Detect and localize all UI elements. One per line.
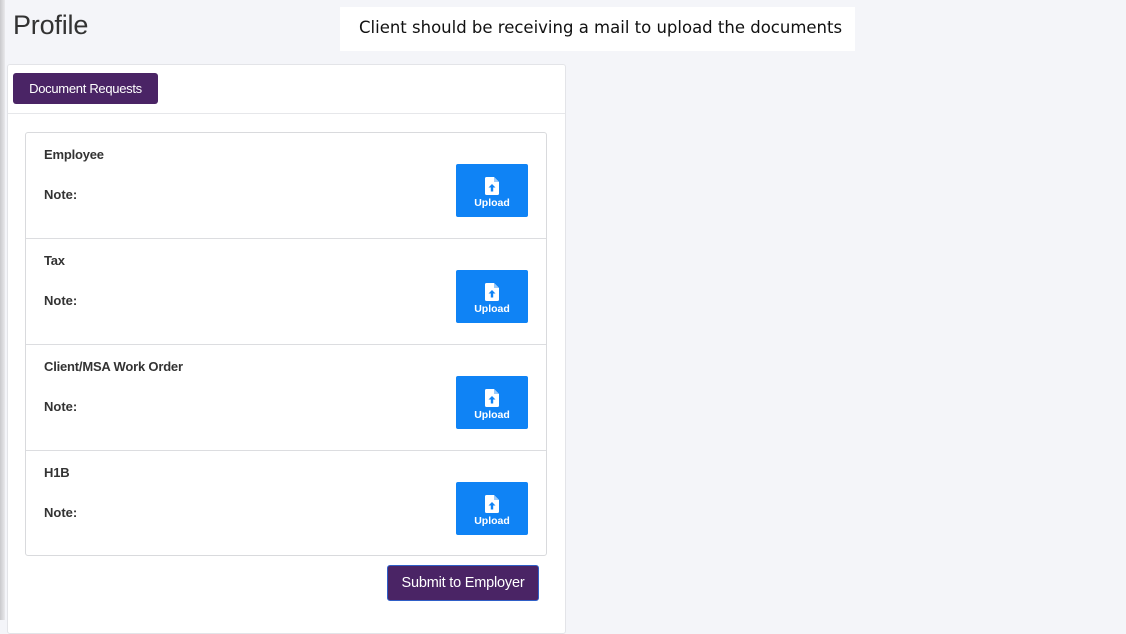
upload-button-label: Upload: [474, 303, 510, 315]
document-note-label: Note:: [44, 505, 78, 520]
submit-to-employer-button[interactable]: Submit to Employer: [387, 565, 539, 601]
tab-document-requests[interactable]: Document Requests: [13, 73, 158, 104]
document-requests-card: Document Requests Employee Note: Upload …: [7, 64, 566, 634]
document-list: Employee Note: Upload Tax Note: Upload C…: [25, 132, 547, 556]
annotation-callout: Client should be receiving a mail to upl…: [340, 7, 855, 51]
annotation-text: Client should be receiving a mail to upl…: [359, 18, 843, 37]
document-row-tax: Tax Note: Upload: [26, 239, 546, 345]
window-left-edge: [0, 0, 5, 620]
file-upload-icon: [485, 283, 499, 301]
document-name: Employee: [44, 147, 104, 162]
upload-button-client-msa-work-order[interactable]: Upload: [456, 376, 528, 429]
upload-button-label: Upload: [474, 197, 510, 209]
tab-bar: Document Requests: [8, 65, 565, 114]
file-upload-icon: [485, 177, 499, 195]
document-row-client-msa-work-order: Client/MSA Work Order Note: Upload: [26, 345, 546, 451]
file-upload-icon: [485, 389, 499, 407]
document-row-employee: Employee Note: Upload: [26, 133, 546, 239]
document-note-label: Note:: [44, 187, 78, 202]
document-name: H1B: [44, 465, 70, 480]
file-upload-icon: [485, 495, 499, 513]
upload-button-tax[interactable]: Upload: [456, 270, 528, 323]
document-note-label: Note:: [44, 293, 78, 308]
upload-button-label: Upload: [474, 515, 510, 527]
document-name: Client/MSA Work Order: [44, 359, 183, 374]
upload-button-label: Upload: [474, 409, 510, 421]
document-row-h1b: H1B Note: Upload: [26, 451, 546, 555]
upload-button-employee[interactable]: Upload: [456, 164, 528, 217]
upload-button-h1b[interactable]: Upload: [456, 482, 528, 535]
document-name: Tax: [44, 253, 65, 268]
document-note-label: Note:: [44, 399, 78, 414]
page-title: Profile: [13, 10, 89, 40]
